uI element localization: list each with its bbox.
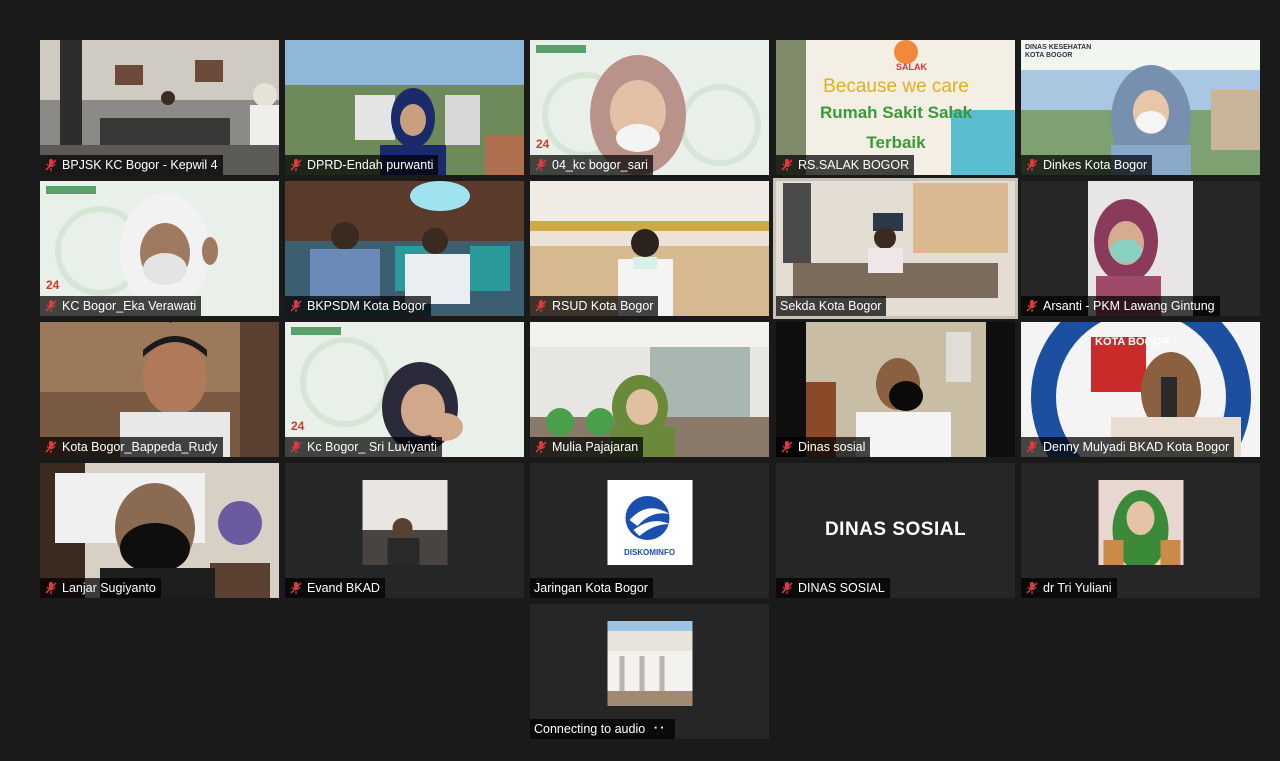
mic-muted-icon bbox=[1026, 159, 1038, 171]
participant-name-tag: BKPSDM Kota Bogor bbox=[285, 296, 431, 316]
participant-tile[interactable]: Lanjar Sugiyanto bbox=[40, 463, 279, 598]
participant-avatar: DISKOMINFO bbox=[607, 479, 692, 565]
mic-muted-icon bbox=[781, 582, 793, 594]
participant-name: RSUD Kota Bogor bbox=[552, 299, 654, 313]
mic-muted-icon bbox=[45, 159, 57, 171]
participant-name-tag: BPJSK KC Bogor - Kepwil 4 bbox=[40, 155, 223, 175]
participant-name: Sekda Kota Bogor bbox=[780, 299, 882, 313]
svg-text:24: 24 bbox=[291, 419, 305, 433]
participant-tile[interactable]: KOTA BOGOR Denny Mulyadi BKAD Kota Bogor bbox=[1021, 322, 1260, 457]
connecting-spinner-icon: ⠐⠂ bbox=[649, 722, 670, 736]
participant-name-tag: 04_kc bogor_sari bbox=[530, 155, 653, 175]
mic-muted-icon bbox=[290, 300, 302, 312]
dinkes-header: DINAS KESEHATAN KOTA BOGOR bbox=[1025, 44, 1092, 59]
bkad-seal: KOTA BOGOR bbox=[1095, 336, 1170, 348]
participant-name: Evand BKAD bbox=[307, 581, 380, 595]
banner-line-2: Rumah Sakit Salak bbox=[820, 103, 973, 122]
participant-name-tag: RSUD Kota Bogor bbox=[530, 296, 659, 316]
banner-line-1: Because we care bbox=[823, 76, 969, 97]
participant-tile[interactable]: RSUD Kota Bogor bbox=[530, 181, 769, 316]
participant-tile[interactable]: 24 KC Bogor_Eka Verawati bbox=[40, 181, 279, 316]
participant-name-tag: Arsanti - PKM Lawang Gintung bbox=[1021, 296, 1220, 316]
mic-muted-icon bbox=[290, 441, 302, 453]
participant-display-name-text: DINAS SOSIAL bbox=[824, 519, 967, 540]
participant-name-tag: Sekda Kota Bogor bbox=[776, 296, 887, 316]
participant-name: Dinkes Kota Bogor bbox=[1043, 158, 1148, 172]
participant-name: DPRD-Endah purwanti bbox=[307, 158, 434, 172]
participant-name-tag: Jaringan Kota Bogor bbox=[530, 578, 653, 598]
mic-muted-icon bbox=[535, 300, 547, 312]
mic-muted-icon bbox=[781, 159, 793, 171]
participant-tile[interactable]: SALAK Because we care Rumah Sakit Salak … bbox=[776, 40, 1015, 175]
mic-muted-icon bbox=[781, 441, 793, 453]
participant-tile[interactable]: Dinas sosial bbox=[776, 322, 1015, 457]
participant-tile[interactable]: 24 Kc Bogor_ Sri Luviyanti bbox=[285, 322, 524, 457]
participant-name: Kota Bogor_Bappeda_Rudy bbox=[62, 440, 218, 454]
salak-logo: SALAK bbox=[896, 62, 927, 72]
video-grid: BPJSK KC Bogor - Kepwil 4 DPRD-Endah pur… bbox=[0, 0, 1280, 761]
participant-name-tag: KC Bogor_Eka Verawati bbox=[40, 296, 202, 316]
participant-name: BKPSDM Kota Bogor bbox=[307, 299, 426, 313]
mic-muted-icon bbox=[535, 159, 547, 171]
participant-tile[interactable]: Connecting to audio ⠐⠂ bbox=[530, 604, 769, 739]
participant-name-tag: Denny Mulyadi BKAD Kota Bogor bbox=[1021, 437, 1235, 457]
mic-muted-icon bbox=[45, 300, 57, 312]
diskominfo-label: DISKOMINFO bbox=[623, 547, 676, 557]
participant-name: KC Bogor_Eka Verawati bbox=[62, 299, 197, 313]
mic-muted-icon bbox=[1026, 582, 1038, 594]
participant-tile[interactable]: DINAS KESEHATAN KOTA BOGOR Dinkes Kota B… bbox=[1021, 40, 1260, 175]
participant-name-tag: Dinas sosial bbox=[776, 437, 871, 457]
mic-muted-icon bbox=[535, 441, 547, 453]
participant-name: RS.SALAK BOGOR bbox=[798, 158, 910, 172]
participant-name: Kc Bogor_ Sri Luviyanti bbox=[307, 440, 437, 454]
participant-tile[interactable]: DINAS SOSIAL DINAS SOSIAL bbox=[776, 463, 1015, 598]
participant-name: Dinas sosial bbox=[798, 440, 866, 454]
participant-tile[interactable]: Kota Bogor_Bappeda_Rudy bbox=[40, 322, 279, 457]
mic-muted-icon bbox=[290, 582, 302, 594]
participant-tile[interactable]: DISKOMINFO Jaringan Kota Bogor bbox=[530, 463, 769, 598]
participant-tile[interactable]: dr Tri Yuliani bbox=[1021, 463, 1260, 598]
participant-tile[interactable]: Evand BKAD bbox=[285, 463, 524, 598]
participant-name: Denny Mulyadi BKAD Kota Bogor bbox=[1043, 440, 1230, 454]
participant-avatar bbox=[607, 620, 692, 706]
mic-muted-icon bbox=[1026, 300, 1038, 312]
svg-text:24: 24 bbox=[46, 278, 60, 292]
mic-muted-icon bbox=[1026, 441, 1038, 453]
participant-name-tag: DPRD-Endah purwanti bbox=[285, 155, 439, 175]
participant-tile-active-speaker[interactable]: Sekda Kota Bogor bbox=[773, 178, 1018, 319]
participant-name: 04_kc bogor_sari bbox=[552, 158, 648, 172]
participant-name: Jaringan Kota Bogor bbox=[534, 581, 648, 595]
participant-tile[interactable]: BPJSK KC Bogor - Kepwil 4 bbox=[40, 40, 279, 175]
participant-name-tag: Kota Bogor_Bappeda_Rudy bbox=[40, 437, 223, 457]
participant-name-tag: Evand BKAD bbox=[285, 578, 385, 598]
participant-avatar bbox=[362, 479, 447, 565]
mic-muted-icon bbox=[45, 441, 57, 453]
participant-tile[interactable]: DPRD-Endah purwanti bbox=[285, 40, 524, 175]
participant-name-tag: Lanjar Sugiyanto bbox=[40, 578, 161, 598]
mic-muted-icon bbox=[45, 582, 57, 594]
participant-name: Mulia Pajajaran bbox=[552, 440, 639, 454]
participant-tile[interactable]: 24 04_kc bogor_sari bbox=[530, 40, 769, 175]
participant-name-tag: RS.SALAK BOGOR bbox=[776, 155, 915, 175]
participant-name-tag: Kc Bogor_ Sri Luviyanti bbox=[285, 437, 442, 457]
participant-avatar bbox=[1098, 479, 1183, 565]
participant-name-tag: Dinkes Kota Bogor bbox=[1021, 155, 1153, 175]
svg-text:24: 24 bbox=[536, 137, 550, 151]
participant-name: Connecting to audio bbox=[534, 722, 646, 736]
participant-name-tag: Mulia Pajajaran bbox=[530, 437, 644, 457]
participant-name-tag: dr Tri Yuliani bbox=[1021, 578, 1117, 598]
participant-tile[interactable]: BKPSDM Kota Bogor bbox=[285, 181, 524, 316]
participant-name: Lanjar Sugiyanto bbox=[62, 581, 156, 595]
participant-tile[interactable]: Arsanti - PKM Lawang Gintung bbox=[1021, 181, 1260, 316]
participant-name: BPJSK KC Bogor - Kepwil 4 bbox=[62, 158, 218, 172]
participant-name: DINAS SOSIAL bbox=[798, 581, 885, 595]
participant-tile[interactable]: Mulia Pajajaran bbox=[530, 322, 769, 457]
mic-muted-icon bbox=[290, 159, 302, 171]
participant-name: dr Tri Yuliani bbox=[1043, 581, 1112, 595]
participant-name: Arsanti - PKM Lawang Gintung bbox=[1043, 299, 1215, 313]
banner-line-3: Terbaik bbox=[866, 133, 926, 152]
participant-name-tag: Connecting to audio ⠐⠂ bbox=[530, 719, 675, 739]
participant-name-tag: DINAS SOSIAL bbox=[776, 578, 890, 598]
